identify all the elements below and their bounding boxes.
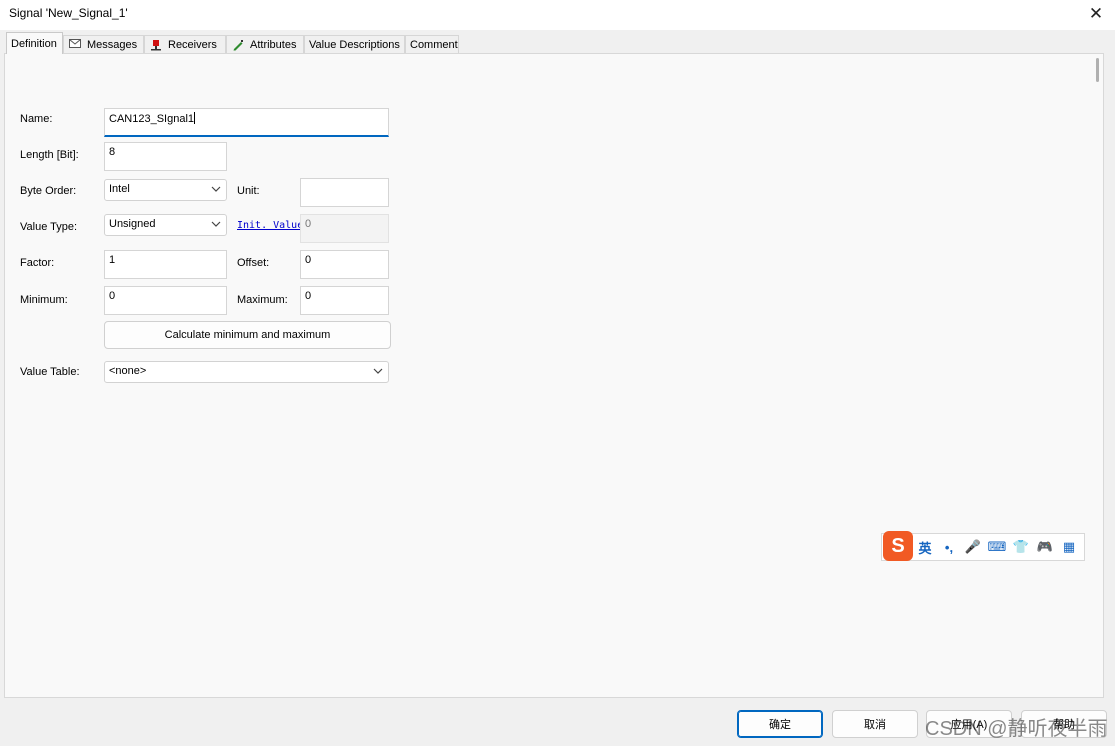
ok-button-label: 确定: [769, 719, 791, 731]
input-mode-toggle[interactable]: 英: [913, 538, 937, 557]
tab-label: Messages: [87, 38, 138, 51]
ime-toolbar: S 英 •, 🎤 ⌨ 👕 🎮 ▦: [881, 531, 1085, 561]
toolbox-grid-icon[interactable]: ▦: [1057, 539, 1081, 555]
calculate-button-label: Calculate minimum and maximum: [164, 329, 331, 341]
tab-bar: Definition Messages Receivers Attributes…: [0, 32, 1115, 54]
value-type-value: Unsigned: [109, 218, 156, 230]
init-value-value: 0: [305, 218, 312, 230]
value-type-label: Value Type:: [20, 221, 78, 233]
help-button-label: 帮助: [1053, 719, 1075, 731]
tab-label: Comment: [410, 38, 458, 51]
title-bar: Signal 'New_Signal_1' ✕: [0, 0, 1115, 30]
tab-definition[interactable]: Definition: [6, 32, 63, 54]
apply-button[interactable]: 应用(A): [926, 710, 1012, 738]
close-button[interactable]: ✕: [1083, 2, 1109, 26]
length-field[interactable]: 8: [104, 142, 227, 171]
window-title: Signal 'New_Signal_1': [9, 6, 128, 20]
cancel-button-label: 取消: [864, 719, 886, 731]
maximum-field[interactable]: 0: [300, 286, 389, 315]
microphone-icon[interactable]: 🎤: [961, 539, 985, 555]
minimum-label: Minimum:: [20, 294, 68, 306]
factor-value: 1: [109, 254, 116, 266]
maximum-value: 0: [305, 290, 312, 302]
factor-field[interactable]: 1: [104, 250, 227, 279]
pencil-icon: [231, 39, 245, 51]
cancel-button[interactable]: 取消: [832, 710, 918, 738]
receiver-icon: [149, 39, 163, 51]
tab-label: Receivers: [168, 38, 217, 51]
name-value: CAN123_SIgnal1: [109, 113, 195, 125]
keyboard-icon[interactable]: ⌨: [985, 539, 1009, 555]
length-label: Length [Bit]:: [20, 149, 79, 161]
unit-label: Unit:: [237, 185, 260, 197]
tab-label: Definition: [11, 37, 57, 50]
name-field[interactable]: CAN123_SIgnal1: [104, 108, 389, 137]
tab-comment[interactable]: Comment: [405, 35, 459, 53]
byte-order-value: Intel: [109, 183, 130, 195]
byte-order-select[interactable]: Intel: [104, 179, 227, 201]
close-icon: ✕: [1088, 4, 1104, 23]
unit-field[interactable]: [300, 178, 389, 207]
name-label: Name:: [20, 113, 53, 125]
scrollbar-thumb[interactable]: [1096, 58, 1099, 82]
chevron-down-icon: [211, 186, 221, 192]
init-value-link[interactable]: Init. Value: [237, 220, 300, 231]
chevron-down-icon: [373, 368, 383, 374]
factor-label: Factor:: [20, 257, 55, 269]
sogou-logo-icon[interactable]: S: [883, 531, 913, 561]
tab-receivers[interactable]: Receivers: [144, 35, 226, 53]
offset-value: 0: [305, 254, 312, 266]
text-cursor: [194, 112, 196, 124]
minimum-value: 0: [109, 290, 116, 302]
tab-value-descriptions[interactable]: Value Descriptions: [304, 35, 405, 53]
value-table-select[interactable]: <none>: [104, 361, 389, 383]
ok-button[interactable]: 确定: [737, 710, 823, 738]
punctuation-icon[interactable]: •,: [937, 540, 961, 555]
skin-shirt-icon[interactable]: 👕: [1009, 539, 1033, 555]
calculate-min-max-button[interactable]: Calculate minimum and maximum: [104, 321, 391, 349]
maximum-label: Maximum:: [237, 294, 288, 306]
help-button[interactable]: 帮助: [1021, 710, 1107, 738]
tab-messages[interactable]: Messages: [63, 35, 144, 53]
envelope-icon: [68, 38, 82, 51]
byte-order-label: Byte Order:: [20, 185, 77, 197]
chevron-down-icon: [211, 221, 221, 227]
apply-button-label: 应用(A): [950, 719, 988, 731]
value-table-value: <none>: [109, 365, 147, 377]
init-value-field: 0: [300, 214, 389, 243]
offset-label: Offset:: [237, 257, 270, 269]
tab-label: Value Descriptions: [309, 38, 400, 51]
length-value: 8: [109, 146, 116, 158]
offset-field[interactable]: 0: [300, 250, 389, 279]
minimum-field[interactable]: 0: [104, 286, 227, 315]
gamepad-icon[interactable]: 🎮: [1033, 539, 1057, 555]
vertical-scrollbar[interactable]: [1092, 54, 1103, 697]
value-table-label: Value Table:: [20, 366, 80, 378]
tab-label: Attributes: [250, 38, 297, 51]
value-type-select[interactable]: Unsigned: [104, 214, 227, 236]
tab-attributes[interactable]: Attributes: [226, 35, 304, 53]
